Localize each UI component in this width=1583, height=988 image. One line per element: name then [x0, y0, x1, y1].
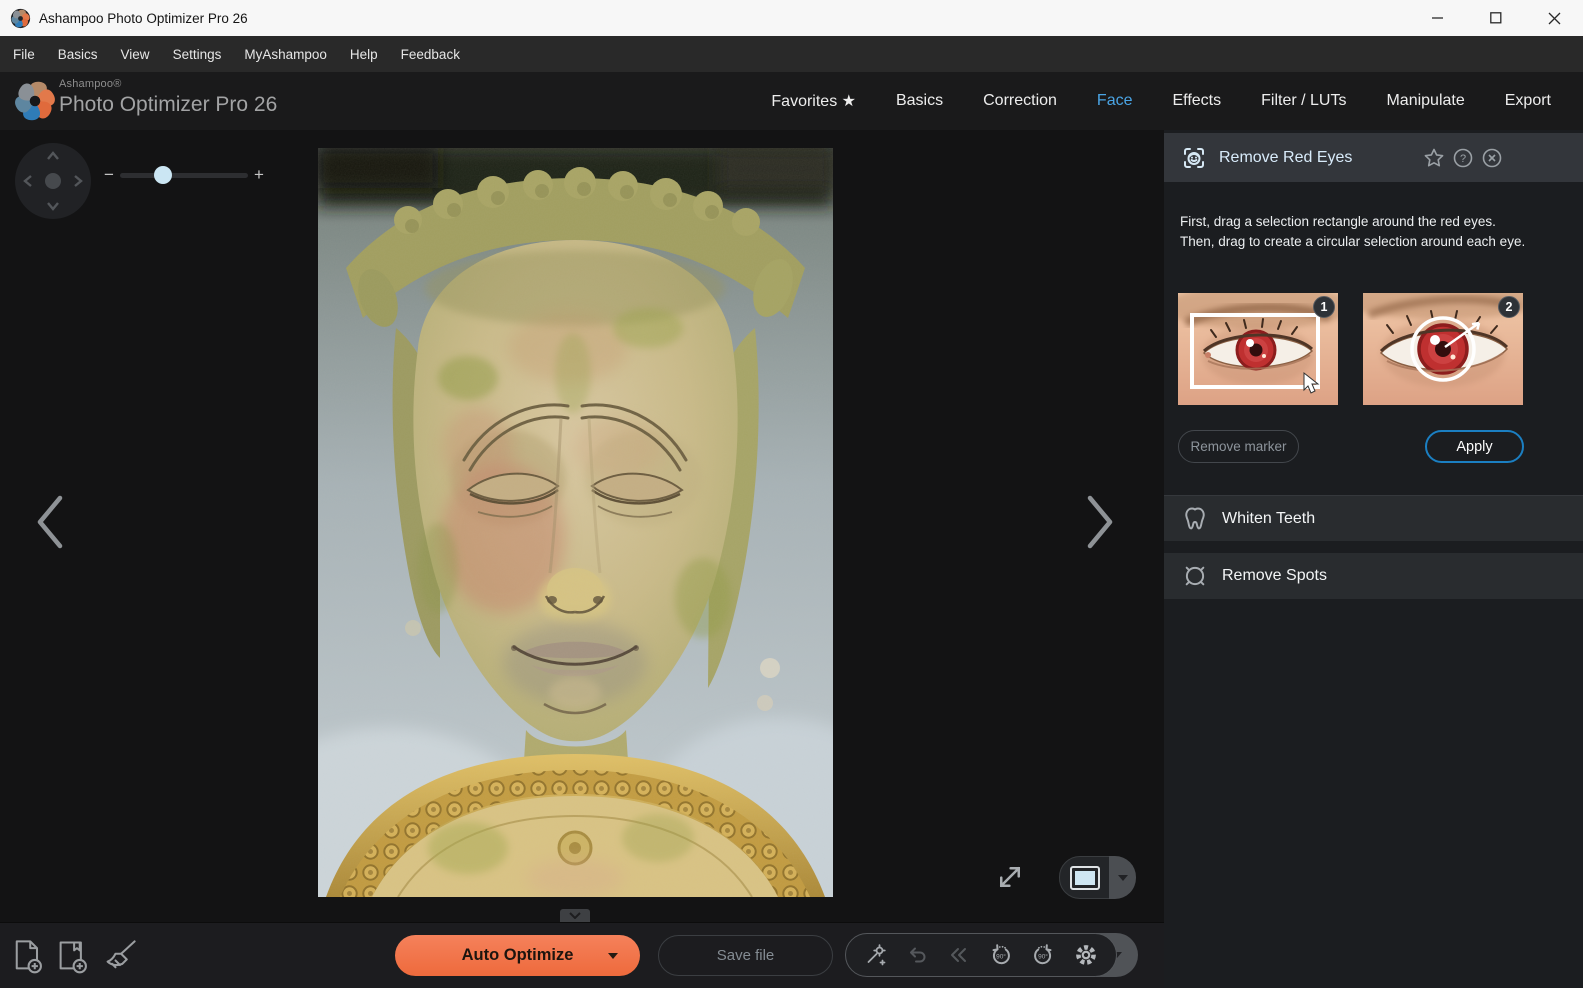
step2-example-image: 2 — [1363, 293, 1523, 405]
app-window: Ashampoo Photo Optimizer Pro 26 File Bas… — [0, 0, 1583, 988]
brand-company: Ashampoo® — [59, 79, 277, 90]
menu-item-settings[interactable]: Settings — [173, 47, 222, 62]
tool-actions: Remove marker Apply — [1164, 430, 1583, 463]
editor-canvas-area: − + — [0, 130, 1164, 922]
view-mode-button[interactable] — [1059, 856, 1111, 899]
add-from-clipboard-icon[interactable] — [55, 938, 91, 974]
maximize-button[interactable] — [1467, 0, 1525, 36]
title-bar: Ashampoo Photo Optimizer Pro 26 — [0, 0, 1583, 36]
tab-export[interactable]: Export — [1505, 92, 1551, 110]
tab-basics[interactable]: Basics — [896, 92, 943, 110]
menu-item-feedback[interactable]: Feedback — [401, 47, 460, 62]
chevron-down-icon — [569, 912, 581, 919]
step-badge: 1 — [1313, 296, 1335, 318]
tab-manipulate[interactable]: Manipulate — [1386, 92, 1464, 110]
auto-optimize-button[interactable]: Auto Optimize — [395, 935, 640, 976]
favorite-star-icon[interactable] — [1423, 147, 1445, 169]
magic-wand-icon[interactable] — [863, 943, 887, 967]
minimize-button[interactable] — [1409, 0, 1467, 36]
remove-marker-button[interactable]: Remove marker — [1178, 430, 1299, 463]
view-mode-selector[interactable] — [1059, 856, 1136, 899]
step-badge: 2 — [1498, 296, 1520, 318]
tool-item-label: Whiten Teeth — [1222, 510, 1315, 528]
face-scan-icon — [1181, 145, 1207, 171]
tab-effects[interactable]: Effects — [1173, 92, 1222, 110]
single-view-icon — [1070, 866, 1100, 890]
auto-optimize-label: Auto Optimize — [462, 946, 574, 965]
tool-item-label: Remove Spots — [1222, 567, 1327, 585]
menu-item-basics[interactable]: Basics — [58, 47, 98, 62]
tool-item-whiten-teeth[interactable]: Whiten Teeth — [1164, 495, 1583, 541]
tab-filter-luts[interactable]: Filter / LUTs — [1261, 92, 1346, 110]
tooth-icon — [1182, 506, 1208, 532]
pan-up-icon[interactable] — [46, 151, 60, 161]
fit-to-screen-icon[interactable] — [995, 862, 1025, 892]
menu-bar: File Basics View Settings MyAshampoo Hel… — [0, 36, 1583, 72]
help-icon[interactable]: ? — [1452, 147, 1474, 169]
tool-panel-header: Remove Red Eyes ? — [1164, 133, 1583, 182]
rotate-right-label: 90° — [1038, 953, 1048, 961]
zoom-in-button[interactable]: + — [250, 165, 268, 185]
pan-right-icon[interactable] — [73, 174, 83, 188]
svg-text:?: ? — [1460, 153, 1466, 165]
edit-toolbar: 90° 90° — [845, 933, 1138, 977]
tab-favorites[interactable]: Favorites ★ — [771, 91, 856, 111]
tool-instructions: First, drag a selection rectangle around… — [1180, 212, 1532, 252]
tool-panel-title: Remove Red Eyes — [1219, 149, 1352, 167]
clear-broom-icon[interactable] — [102, 938, 138, 974]
zoom-out-button[interactable]: − — [100, 165, 118, 185]
add-file-icon[interactable] — [12, 938, 44, 974]
menu-item-view[interactable]: View — [121, 47, 150, 62]
tool-item-remove-spots[interactable]: Remove Spots — [1164, 553, 1583, 599]
target-icon — [1182, 563, 1208, 589]
window-title: Ashampoo Photo Optimizer Pro 26 — [39, 11, 248, 26]
brand-product: Photo Optimizer Pro 26 — [59, 94, 277, 115]
buddha-statue-photo — [318, 148, 833, 897]
menu-item-file[interactable]: File — [13, 47, 35, 62]
auto-optimize-dropdown-caret[interactable] — [608, 953, 618, 959]
tab-correction[interactable]: Correction — [983, 92, 1057, 110]
zoom-slider: − + — [100, 164, 268, 186]
photo-canvas[interactable] — [318, 148, 833, 897]
pan-down-icon[interactable] — [46, 201, 60, 211]
apply-button[interactable]: Apply — [1425, 430, 1524, 463]
close-button[interactable] — [1525, 0, 1583, 36]
ashampoo-swirl-logo — [12, 78, 58, 124]
filmstrip-collapse-handle[interactable] — [560, 909, 590, 922]
close-panel-icon[interactable] — [1481, 147, 1503, 169]
brand-text: Ashampoo® Photo Optimizer Pro 26 — [59, 79, 277, 115]
settings-gear-icon[interactable] — [1073, 942, 1099, 968]
undo-all-icon[interactable] — [947, 943, 971, 967]
window-controls — [1409, 0, 1583, 36]
zoom-slider-thumb[interactable] — [154, 166, 172, 184]
app-header: Ashampoo® Photo Optimizer Pro 26 Favorit… — [0, 72, 1583, 130]
rotate-right-icon[interactable]: 90° — [1031, 943, 1055, 967]
pan-control[interactable] — [15, 143, 91, 219]
tool-panel: Remove Red Eyes ? First, drag a selectio… — [1164, 130, 1583, 988]
pan-center-dot[interactable] — [45, 173, 61, 189]
bottom-toolbar: Auto Optimize Save file — [0, 922, 1164, 988]
view-mode-dropdown[interactable] — [1109, 856, 1136, 899]
main-nav-tabs: Favorites ★ Basics Correction Face Effec… — [771, 72, 1583, 130]
previous-image-button[interactable] — [30, 492, 70, 552]
rotate-left-label: 90° — [996, 953, 1006, 961]
app-logo-icon — [10, 8, 31, 29]
rotate-left-icon[interactable]: 90° — [989, 943, 1013, 967]
menu-item-myashampoo[interactable]: MyAshampoo — [244, 47, 327, 62]
pan-left-icon[interactable] — [23, 174, 33, 188]
menu-item-help[interactable]: Help — [350, 47, 378, 62]
next-image-button[interactable] — [1080, 492, 1120, 552]
undo-icon[interactable] — [905, 943, 929, 967]
step1-example-image: 1 — [1178, 293, 1338, 405]
zoom-slider-track[interactable] — [120, 173, 248, 178]
save-file-button[interactable]: Save file — [658, 935, 833, 976]
tab-face[interactable]: Face — [1097, 92, 1133, 110]
